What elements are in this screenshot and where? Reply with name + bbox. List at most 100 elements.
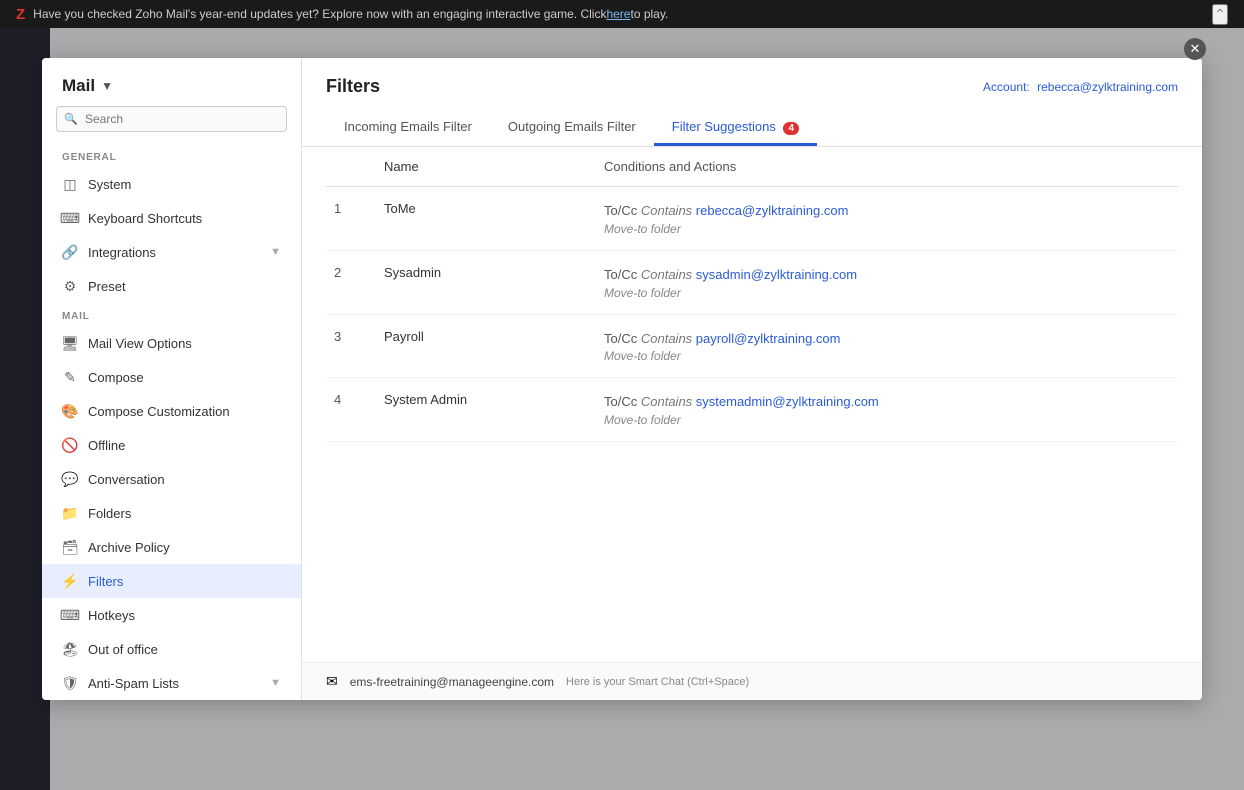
condition-email: systemadmin@zylktraining.com — [696, 394, 879, 409]
sidebar-item-system[interactable]: ◫ System — [42, 167, 301, 201]
col-header-name: Name — [376, 147, 596, 187]
account-info: Account: rebecca@zylktraining.com — [983, 80, 1178, 94]
mail-view-icon: 🖥 — [62, 335, 78, 351]
row-conditions: To/Cc Contains payroll@zylktraining.com … — [596, 314, 1178, 378]
filters-icon: ⚡ — [62, 573, 78, 589]
row-name: ToMe — [376, 187, 596, 251]
sidebar-item-label: Compose Customization — [88, 404, 281, 419]
row-name: System Admin — [376, 378, 596, 442]
search-icon: 🔍 — [64, 113, 78, 126]
sidebar-item-label: Folders — [88, 506, 281, 521]
modal-overlay: Mail ▼ 🔍 GENERAL ◫ System ⌨ Keyboard — [0, 28, 1244, 790]
sidebar-item-offline[interactable]: 🚫 Offline — [42, 428, 301, 462]
condition-keyword: Contains — [641, 394, 696, 409]
condition-keyword: Contains — [641, 203, 696, 218]
table-row: 2 Sysadmin To/Cc Contains sysadmin@zylkt… — [326, 250, 1178, 314]
sidebar-item-compose[interactable]: ✎ Compose — [42, 360, 301, 394]
row-conditions: To/Cc Contains rebecca@zylktraining.com … — [596, 187, 1178, 251]
sidebar-item-anti-spam[interactable]: 🛡 Anti-Spam Lists ▼ — [42, 666, 301, 700]
sidebar-item-label: Integrations — [88, 245, 260, 260]
folders-icon: 📁 — [62, 505, 78, 521]
condition-action: Move-to folder — [604, 222, 1170, 236]
condition-prefix: To/Cc — [604, 331, 637, 346]
condition-prefix: To/Cc — [604, 394, 637, 409]
condition-action: Move-to folder — [604, 349, 1170, 363]
compose-icon: ✎ — [62, 369, 78, 385]
offline-icon: 🚫 — [62, 437, 78, 453]
sidebar-chevron-icon: ▼ — [101, 79, 113, 93]
keyboard-icon: ⌨ — [62, 210, 78, 226]
sidebar-item-filters[interactable]: ⚡ Filters — [42, 564, 301, 598]
condition-email: sysadmin@zylktraining.com — [696, 267, 857, 282]
banner-text: Have you checked Zoho Mail's year-end up… — [33, 7, 606, 21]
sidebar-item-label: Offline — [88, 438, 281, 453]
sidebar-title: Mail — [62, 76, 95, 96]
row-name: Sysadmin — [376, 250, 596, 314]
condition-email: payroll@zylktraining.com — [696, 331, 841, 346]
sidebar-item-label: Anti-Spam Lists — [88, 676, 260, 691]
table-row: 1 ToMe To/Cc Contains rebecca@zylktraini… — [326, 187, 1178, 251]
condition-prefix: To/Cc — [604, 267, 637, 282]
content-header: Filters Account: rebecca@zylktraining.co… — [302, 58, 1202, 147]
col-header-conditions: Conditions and Actions — [596, 147, 1178, 187]
banner-text-end: to play. — [630, 7, 668, 21]
sidebar-item-label: System — [88, 177, 281, 192]
modal-footer: ✉ ems-freetraining@manageengine.com Here… — [302, 662, 1202, 700]
row-conditions: To/Cc Contains sysadmin@zylktraining.com… — [596, 250, 1178, 314]
sidebar-item-archive-policy[interactable]: 🗃 Archive Policy — [42, 530, 301, 564]
sidebar-item-label: Filters — [88, 574, 281, 589]
tab-incoming[interactable]: Incoming Emails Filter — [326, 111, 490, 146]
row-num: 4 — [326, 378, 376, 442]
chevron-down-icon: ▼ — [270, 246, 281, 258]
sidebar-item-out-of-office[interactable]: 🏖 Out of office — [42, 632, 301, 666]
sidebar-item-label: Keyboard Shortcuts — [88, 211, 281, 226]
sidebar-item-folders[interactable]: 📁 Folders — [42, 496, 301, 530]
content-body: Name Conditions and Actions 1 ToMe To/Cc… — [302, 147, 1202, 662]
row-num: 3 — [326, 314, 376, 378]
system-icon: ◫ — [62, 176, 78, 192]
sidebar-item-preset[interactable]: ⚙ Preset — [42, 269, 301, 303]
conversation-icon: 💬 — [62, 471, 78, 487]
sidebar-item-compose-customization[interactable]: 🎨 Compose Customization — [42, 394, 301, 428]
compose-custom-icon: 🎨 — [62, 403, 78, 419]
sidebar-item-label: Hotkeys — [88, 608, 281, 623]
sidebar-item-keyboard-shortcuts[interactable]: ⌨ Keyboard Shortcuts — [42, 201, 301, 235]
suggestions-badge: 4 — [783, 122, 799, 135]
row-conditions: To/Cc Contains systemadmin@zylktraining.… — [596, 378, 1178, 442]
tab-outgoing[interactable]: Outgoing Emails Filter — [490, 111, 654, 146]
col-header-num — [326, 147, 376, 187]
out-of-office-icon: 🏖 — [62, 641, 78, 657]
chevron-down-icon: ▼ — [270, 677, 281, 689]
condition-keyword: Contains — [641, 267, 696, 282]
banner-close-button[interactable]: ⌃ — [1212, 4, 1228, 25]
banner-link[interactable]: here — [606, 7, 630, 21]
condition-action: Move-to folder — [604, 413, 1170, 427]
sidebar-item-mail-view-options[interactable]: 🖥 Mail View Options — [42, 326, 301, 360]
modal-close-button[interactable]: ✕ — [1184, 38, 1206, 60]
table-row: 4 System Admin To/Cc Contains systemadmi… — [326, 378, 1178, 442]
modal-body: Mail ▼ 🔍 GENERAL ◫ System ⌨ Keyboard — [42, 58, 1202, 700]
anti-spam-icon: 🛡 — [62, 675, 78, 691]
search-input[interactable] — [56, 106, 287, 132]
preset-icon: ⚙ — [62, 278, 78, 294]
account-email: rebecca@zylktraining.com — [1037, 80, 1178, 94]
sidebar-item-label: Compose — [88, 370, 281, 385]
sidebar-item-conversation[interactable]: 💬 Conversation — [42, 462, 301, 496]
sidebar-item-label: Conversation — [88, 472, 281, 487]
footer-email-icon: ✉ — [326, 673, 338, 690]
banner-z-icon: Z — [16, 6, 25, 23]
sidebar-item-label: Archive Policy — [88, 540, 281, 555]
footer-hint: Here is your Smart Chat (Ctrl+Space) — [566, 676, 749, 688]
sidebar-item-label: Preset — [88, 279, 281, 294]
row-num: 2 — [326, 250, 376, 314]
tab-suggestions[interactable]: Filter Suggestions 4 — [654, 111, 817, 146]
sidebar-item-hotkeys[interactable]: ⌨ Hotkeys — [42, 598, 301, 632]
footer-email: ems-freetraining@manageengine.com — [350, 675, 554, 689]
archive-icon: 🗃 — [62, 539, 78, 555]
sidebar-item-integrations[interactable]: 🔗 Integrations ▼ — [42, 235, 301, 269]
sidebar-item-label: Out of office — [88, 642, 281, 657]
modal: Mail ▼ 🔍 GENERAL ◫ System ⌨ Keyboard — [42, 58, 1202, 700]
filters-table: Name Conditions and Actions 1 ToMe To/Cc… — [326, 147, 1178, 442]
mail-section-label: MAIL — [42, 303, 301, 326]
content-area: Filters Account: rebecca@zylktraining.co… — [302, 58, 1202, 700]
